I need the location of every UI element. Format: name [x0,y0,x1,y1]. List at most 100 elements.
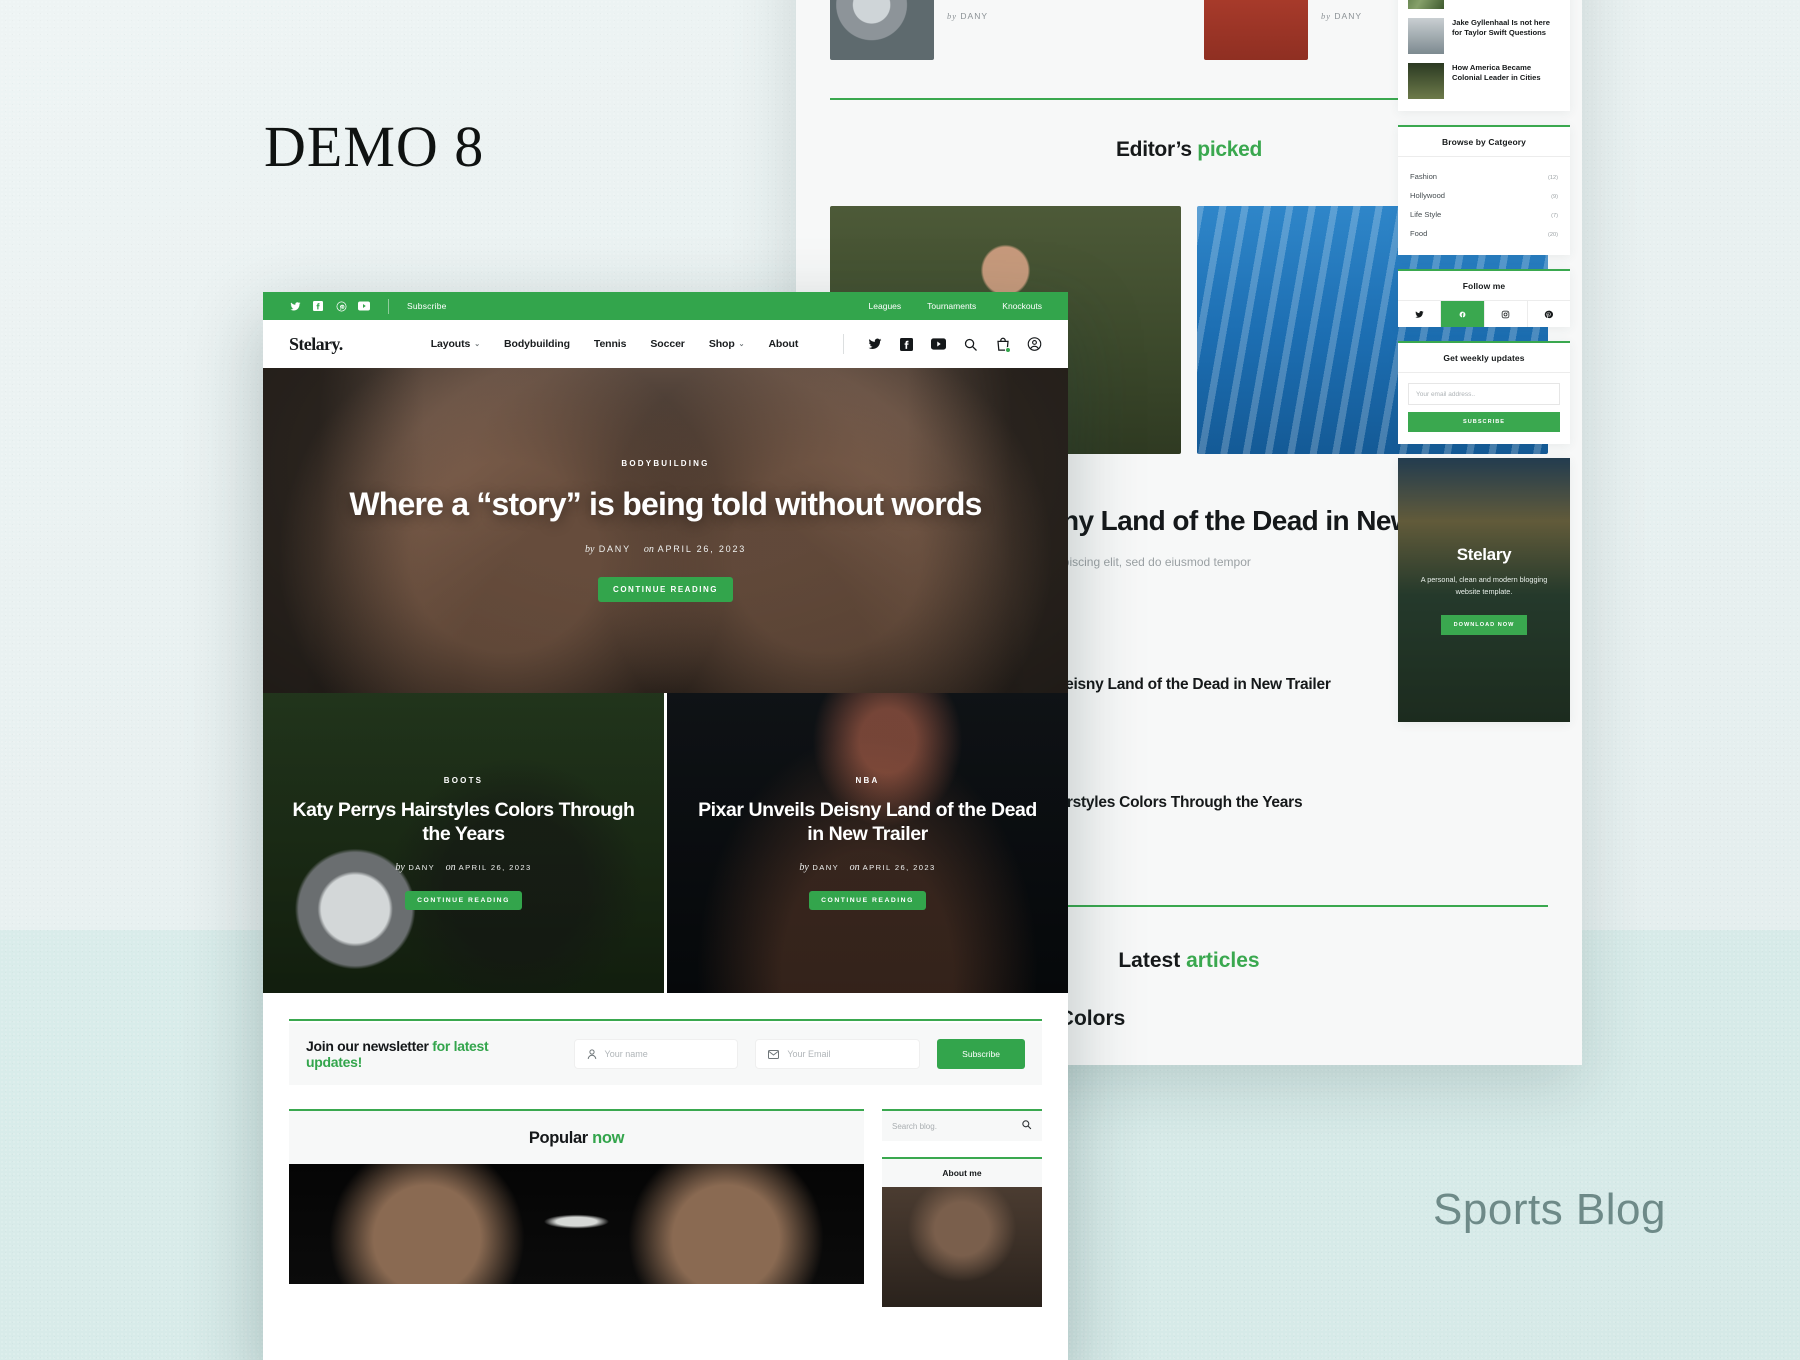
soccer-ball-thumbnail [830,0,934,60]
youtube-icon[interactable] [931,337,946,352]
hero-byline: by DANY on APRIL 26, 2023 [584,543,747,555]
cart-badge [1005,346,1011,353]
category-name: Food [1410,229,1428,238]
category-name: Hollywood [1410,191,1446,200]
pinterest-icon[interactable] [335,300,347,312]
feature-byline: by DANY on APRIL 26, 2023 [799,861,936,873]
facebook-icon[interactable] [899,337,914,352]
site-logo[interactable]: Stelary. [289,334,343,355]
popular-now-column: Popular now [289,1109,864,1307]
topbar-link-leagues[interactable]: Leagues [869,301,902,311]
recent-post-item[interactable]: How America Became Colonial Leader in Ci… [1408,63,1560,99]
categories-heading: Browse by Catgeory [1398,127,1570,157]
weekly-email-input[interactable]: Your email address.. [1408,383,1560,405]
nav-item-bodybuilding[interactable]: Bodybuilding [504,338,570,350]
recent-post-title: How America Became Colonial Leader in Ci… [1452,63,1541,83]
topbar-link-tournaments[interactable]: Tournaments [927,301,976,311]
nav-item-layouts[interactable]: Layouts ⌄ [431,338,480,350]
follow-me-card: Follow me [1398,269,1570,327]
facebook-icon[interactable] [1441,301,1485,327]
facebook-icon[interactable] [312,300,324,312]
sidebar-column: Recent posts Celebrities in the Vanity F… [1398,0,1570,722]
promo-card: Stelary A personal, clean and modern blo… [1398,458,1570,722]
category-row[interactable]: Food (20) [1408,224,1560,243]
category-count: (20) [1548,232,1558,238]
topbar-social-links [289,300,370,312]
pinterest-icon[interactable] [1528,301,1570,327]
divider [843,334,844,354]
twitter-icon[interactable] [1398,301,1442,327]
divider [388,298,389,314]
basketball-hoop-thumbnail [1408,63,1444,99]
nav-item-tennis[interactable]: Tennis [594,338,627,350]
newsletter-subscribe-button[interactable]: Subscribe [937,1039,1026,1069]
hero-title: Where a “story” is being told without wo… [349,486,982,523]
feature-title: Katy Perrys Hairstyles Colors Through th… [292,799,635,845]
navbar-icons [843,334,1042,354]
category-count: (12) [1548,175,1558,181]
front-site-mockup: Subscribe Leagues Tournaments Knockouts … [263,292,1068,1360]
about-me-image [882,1187,1042,1307]
feature-continue-reading-button[interactable]: CONTINUE READING [405,890,522,910]
cart-icon[interactable] [995,337,1011,353]
promo-description: A personal, clean and modern blogging we… [1420,575,1548,596]
site-topbar: Subscribe Leagues Tournaments Knockouts [263,292,1068,320]
download-now-button[interactable]: DOWNLOAD NOW [1440,614,1528,635]
topbar-link-knockouts[interactable]: Knockouts [1002,301,1042,311]
popular-now-image[interactable] [289,1164,864,1284]
youtube-icon[interactable] [358,300,370,312]
nav-item-soccer[interactable]: Soccer [650,338,685,350]
chevron-down-icon: ⌄ [738,341,745,348]
recent-posts-card: Recent posts Celebrities in the Vanity F… [1398,0,1570,111]
hero-continue-reading-button[interactable]: CONTINUE READING [598,576,733,602]
category-name: Life Style [1410,210,1442,219]
promo-title: Stelary [1456,545,1512,565]
subscribe-link[interactable]: Subscribe [407,301,447,311]
weekly-updates-heading: Get weekly updates [1398,343,1570,373]
feature-card-nba[interactable]: NBA Pixar Unveils Deisny Land of the Dea… [667,693,1068,993]
follow-me-heading: Follow me [1398,271,1570,301]
instagram-icon[interactable] [1485,301,1528,327]
recent-post-item[interactable]: Pixar Unveils Deisny Land of the Dead in… [1408,0,1560,9]
category-row[interactable]: Life Style (7) [1408,205,1560,224]
recent-post-title: Jake Gyllenhaal Is not here for Taylor S… [1452,18,1550,38]
newsletter-section: Join our newsletter for latest updates! … [263,993,1068,1085]
blog-aside-column: Search blog. About me [882,1109,1042,1307]
person-icon [587,1048,596,1059]
back-mini-byline: by DANY [947,11,989,21]
category-row[interactable]: Fashion (12) [1408,167,1560,186]
feature-cards-row: BOOTS Katy Perrys Hairstyles Colors Thro… [263,693,1068,993]
newsletter-email-input[interactable]: Your Email [755,1039,921,1069]
category-row[interactable]: Hollywood (9) [1408,186,1560,205]
search-icon[interactable] [1021,1119,1032,1133]
skier-thumbnail [1408,18,1444,54]
feature-card-boots[interactable]: BOOTS Katy Perrys Hairstyles Colors Thro… [263,693,664,993]
envelope-icon [768,1049,780,1059]
weekly-updates-card: Get weekly updates Your email address.. … [1398,341,1570,444]
newsletter-title: Join our newsletter for latest updates! [306,1038,489,1070]
recent-post-item[interactable]: Jake Gyllenhaal Is not here for Taylor S… [1408,18,1560,54]
recent-post-title: Pixar Unveils Deisny Land of the Dead in… [1452,0,1560,9]
field-thumbnail [1408,0,1444,9]
twitter-icon[interactable] [867,337,882,352]
back-mini-card[interactable]: How America Became Colonial Leader in Ci… [830,0,1174,60]
demo-label: DEMO 8 [264,114,485,179]
feature-byline: by DANY on APRIL 26, 2023 [395,861,532,873]
twitter-icon[interactable] [289,300,301,312]
account-icon[interactable] [1027,337,1042,352]
category-name: Fashion [1410,172,1438,181]
nav-item-shop[interactable]: Shop ⌄ [709,338,745,350]
category-label: Sports Blog [1433,1185,1666,1234]
hero-section: BODYBUILDING Where a “story” is being to… [263,368,1068,693]
feature-continue-reading-button[interactable]: CONTINUE READING [809,890,926,910]
feature-kicker: NBA [855,776,880,786]
feature-title: Pixar Unveils Deisny Land of the Dead in… [698,799,1037,845]
newsletter-name-input[interactable]: Your name [573,1039,739,1069]
blog-search-input[interactable]: Search blog. [882,1111,1042,1141]
weekly-subscribe-button[interactable]: SUBSCRIBE [1408,412,1560,432]
site-navbar: Stelary. Layouts ⌄ Bodybuilding Tennis S… [263,320,1068,368]
search-icon[interactable] [963,337,978,352]
category-count: (9) [1551,194,1558,200]
nav-item-about[interactable]: About [768,338,798,350]
bottom-section: Popular now Search blog. About me [263,1085,1068,1307]
